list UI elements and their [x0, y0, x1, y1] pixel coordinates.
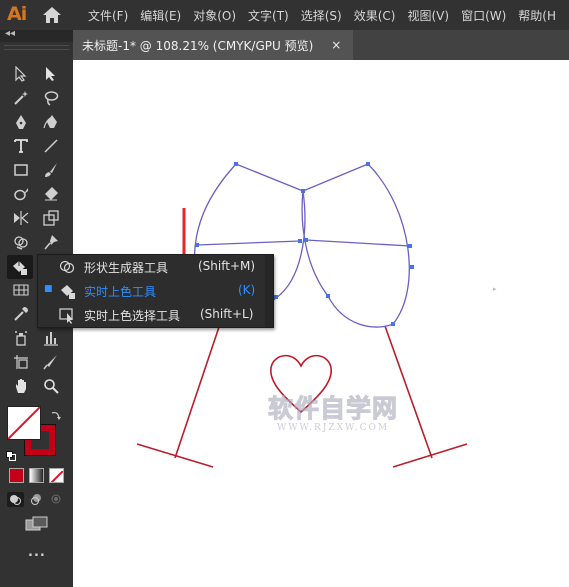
menu-help[interactable]: 帮助(H [518, 7, 556, 24]
flyout-tearoff[interactable]: ▸ [265, 255, 497, 327]
app-logo: Ai [7, 3, 27, 25]
type-tool-icon[interactable] [10, 135, 32, 157]
width-tool-icon[interactable] [10, 207, 32, 229]
paintbrush-tool-icon[interactable] [40, 159, 62, 181]
menu-window[interactable]: 窗口(W) [461, 7, 506, 24]
flyout-item-live-paint-bucket[interactable]: ■ 实时上色工具 (K) [38, 279, 273, 303]
none-mode-button[interactable] [49, 468, 64, 483]
draw-behind-icon[interactable] [28, 492, 45, 507]
hand-tool-icon[interactable] [10, 375, 32, 397]
menu-object[interactable]: 对象(O) [193, 7, 236, 24]
home-icon[interactable] [42, 6, 62, 24]
tools-panel-header: ◂◂ [0, 28, 73, 42]
line-segment-tool-icon[interactable] [40, 135, 62, 157]
pen-tool-icon[interactable] [10, 111, 32, 133]
close-tab-icon[interactable]: × [331, 38, 341, 52]
default-colors-icon[interactable] [6, 446, 16, 461]
shape-builder-icon [58, 258, 76, 276]
flyout-item-shortcut: (Shift+M) [198, 259, 256, 273]
artboard-tool-icon[interactable] [10, 351, 32, 373]
flyout-item-shortcut: (Shift+L) [200, 307, 254, 321]
screen-mode-icon[interactable] [25, 516, 49, 532]
flyout-item-label: 形状生成器工具 [84, 261, 169, 275]
direct-selection-tool-icon[interactable] [40, 63, 62, 85]
flyout-item-shortcut: (K) [238, 283, 256, 297]
collapse-panel-icon[interactable]: ◂◂ [5, 28, 15, 39]
gradient-mode-button[interactable] [29, 468, 44, 483]
tool-flyout-menu: 形状生成器工具 (Shift+M) ■ 实时上色工具 (K) 实时上色选择工具 … [37, 254, 497, 328]
flyout-item-live-paint-selection[interactable]: 实时上色选择工具 (Shift+L) [38, 303, 273, 327]
eraser-tool-icon[interactable] [40, 183, 62, 205]
document-tab-title[interactable]: 未标题-1* @ 108.21% (CMYK/GPU 预览) [82, 37, 313, 54]
panel-grip[interactable] [4, 45, 69, 50]
fill-swatch[interactable] [7, 406, 41, 440]
free-transform-tool-icon[interactable] [40, 207, 62, 229]
menu-bar: Ai 文件(F) 编辑(E) 对象(O) 文字(T) 选择(S) 效果(C) 视… [0, 0, 569, 30]
document-tab-bar: 未标题-1* @ 108.21% (CMYK/GPU 预览) × [73, 30, 569, 60]
shape-builder-tool-icon[interactable] [10, 231, 32, 253]
menu-view[interactable]: 视图(V) [407, 7, 449, 24]
menu-effect[interactable]: 效果(C) [354, 7, 396, 24]
menu-type[interactable]: 文字(T) [248, 7, 289, 24]
menu-file[interactable]: 文件(F) [88, 7, 128, 24]
perspective-grid-tool-icon[interactable] [10, 279, 32, 301]
flyout-item-label: 实时上色选择工具 [84, 309, 181, 323]
eyedropper-tool-icon[interactable] [10, 303, 32, 325]
right-glass-bowl [301, 163, 411, 328]
shaper-tool-icon[interactable] [10, 183, 32, 205]
watermark: 软件自学网 WWW.RJZXW.COM [267, 389, 399, 434]
curvature-tool-icon[interactable] [40, 111, 62, 133]
symbol-sprayer-tool-icon[interactable] [10, 327, 32, 349]
selection-tool-icon[interactable] [10, 63, 32, 85]
slice-tool-icon[interactable] [40, 351, 62, 373]
zoom-tool-icon[interactable] [40, 375, 62, 397]
color-mode-button[interactable] [9, 468, 24, 483]
column-graph-tool-icon[interactable] [40, 327, 62, 349]
more-tools-button[interactable]: ... [28, 545, 46, 560]
document-tab[interactable]: 未标题-1* @ 108.21% (CMYK/GPU 预览) × [73, 30, 353, 60]
puppet-warp-tool-icon[interactable] [40, 231, 62, 253]
rectangle-tool-icon[interactable] [10, 159, 32, 181]
menu-select[interactable]: 选择(S) [301, 7, 342, 24]
flyout-item-shape-builder[interactable]: 形状生成器工具 (Shift+M) [38, 255, 273, 279]
watermark-url: WWW.RJZXW.COM [276, 423, 390, 433]
selected-marker-icon: ■ [44, 284, 53, 294]
watermark-title: 软件自学网 [267, 394, 399, 424]
draw-inside-icon[interactable] [48, 492, 65, 507]
lasso-tool-icon[interactable] [40, 87, 62, 109]
live-paint-selection-icon [58, 306, 76, 324]
live-paint-bucket-tool-icon[interactable] [7, 255, 33, 279]
draw-normal-icon[interactable] [7, 492, 24, 507]
flyout-item-label: 实时上色工具 [84, 285, 157, 299]
swap-colors-icon[interactable] [50, 406, 62, 420]
tearoff-arrow-icon: ▸ [493, 285, 497, 293]
menu-edit[interactable]: 编辑(E) [140, 7, 181, 24]
magic-wand-tool-icon[interactable] [10, 87, 32, 109]
live-paint-bucket-icon [58, 282, 76, 300]
